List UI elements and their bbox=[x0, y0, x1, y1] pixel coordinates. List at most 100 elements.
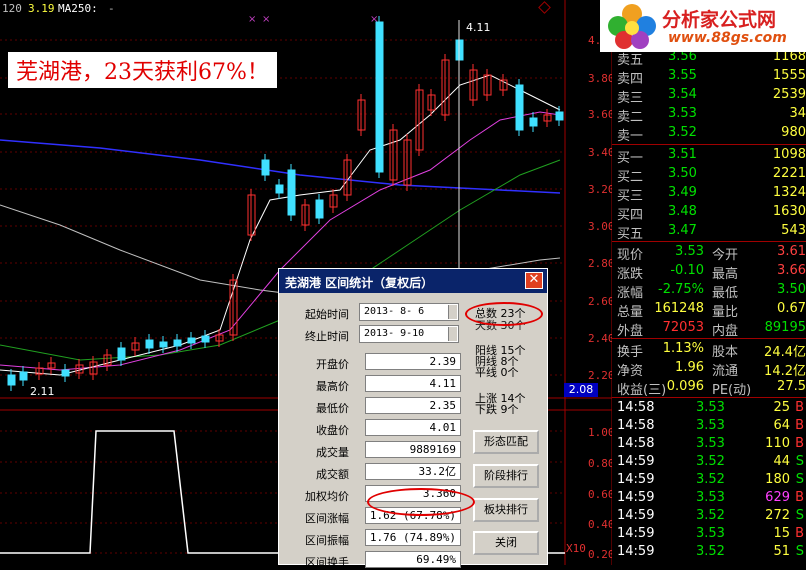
stat-label: 区间振幅 bbox=[305, 534, 349, 547]
interval-stats-dialog: 芜湖港 区间统计（复权后） ✕ 起始时间 2013- 8- 6 终止时间 201… bbox=[278, 268, 548, 569]
tick-row: 14:58 3.53 25 B bbox=[612, 399, 806, 418]
stat-value: 4.11 bbox=[365, 375, 461, 392]
quote-value: 3.61 bbox=[777, 244, 806, 259]
panel-divider bbox=[612, 144, 806, 145]
tick-side: S bbox=[795, 544, 804, 559]
sector-rank-button[interactable]: 板块排行 bbox=[473, 498, 539, 522]
price-axis-tick: 2.80 bbox=[588, 257, 615, 270]
candle bbox=[515, 84, 524, 131]
indicator-axis-tick: 1.00 bbox=[588, 426, 615, 439]
quote-label: PE(动) bbox=[712, 383, 752, 398]
tick-time: 14:59 bbox=[617, 508, 655, 523]
quote-value: 0.096 bbox=[666, 379, 704, 394]
quote-label: 现价 bbox=[617, 248, 644, 263]
price-axis-tick: 2.40 bbox=[588, 332, 615, 345]
stat-label: 成交量 bbox=[316, 446, 349, 459]
tick-price: 3.52 bbox=[696, 454, 725, 469]
tick-price: 3.53 bbox=[696, 418, 725, 433]
high-price-label: 4.11 bbox=[466, 21, 491, 34]
stage-rank-button[interactable]: 阶段排行 bbox=[473, 464, 539, 488]
tick-price: 3.52 bbox=[696, 472, 725, 487]
candle bbox=[287, 169, 296, 216]
quote-label: 最低 bbox=[712, 286, 739, 301]
tick-side: B bbox=[795, 418, 804, 433]
candle bbox=[201, 335, 210, 343]
bid-volume: 1324 bbox=[772, 185, 806, 200]
indicator-axis-tick: 0.80 bbox=[588, 457, 615, 470]
marker-x-icon: × bbox=[248, 14, 256, 25]
ask-price: 3.55 bbox=[668, 68, 697, 83]
quote-label: 涨跌 bbox=[617, 267, 644, 282]
tick-price: 3.52 bbox=[696, 508, 725, 523]
bid-row: 买三 3.49 1324 bbox=[612, 184, 806, 204]
quote-label: 总量 bbox=[617, 305, 644, 320]
tick-side: B bbox=[795, 400, 804, 415]
start-time-field[interactable]: 2013- 8- 6 bbox=[359, 303, 459, 321]
spinner-icon[interactable] bbox=[448, 327, 457, 341]
pattern-match-button[interactable]: 形态匹配 bbox=[473, 430, 539, 454]
ask-price: 3.54 bbox=[668, 87, 697, 102]
tick-row: 14:58 3.53 110 B bbox=[612, 435, 806, 454]
bid-label: 买二 bbox=[617, 170, 644, 185]
price-axis-tick: 3.80 bbox=[588, 72, 615, 85]
tick-side: S bbox=[795, 454, 804, 469]
candle bbox=[159, 341, 168, 348]
stat-label: 开盘价 bbox=[316, 358, 349, 371]
tick-time: 14:58 bbox=[617, 418, 655, 433]
ma-label: MA250: bbox=[58, 2, 98, 15]
candle bbox=[145, 339, 154, 349]
close-icon[interactable]: ✕ bbox=[525, 272, 543, 289]
bid-price: 3.49 bbox=[668, 185, 697, 200]
stat-label: 加权均价 bbox=[305, 490, 349, 503]
tick-time: 14:59 bbox=[617, 472, 655, 487]
tick-row: 14:59 3.52 51 S bbox=[612, 543, 806, 562]
marker-x-icon: × bbox=[370, 14, 378, 25]
tick-price: 3.52 bbox=[696, 544, 725, 559]
header-code: 120 bbox=[2, 2, 22, 15]
panel-divider bbox=[612, 397, 806, 398]
end-time-field[interactable]: 2013- 9-10 bbox=[359, 325, 459, 343]
quote-label: 量比 bbox=[712, 305, 739, 320]
candle bbox=[375, 21, 384, 173]
quote-row: 换手 1.13% 股本 24.4亿 bbox=[612, 340, 806, 360]
quote-value: 3.50 bbox=[777, 282, 806, 297]
price-axis-tick: 3.60 bbox=[588, 108, 615, 121]
panel-divider bbox=[612, 338, 806, 339]
logo-url: www.88gs.com bbox=[668, 30, 787, 46]
quote-row: 涨幅 -2.75% 最低 3.50 bbox=[612, 281, 806, 301]
low-price-label: 2.11 bbox=[30, 385, 55, 398]
tick-volume: 180 bbox=[765, 472, 790, 487]
tick-volume: 25 bbox=[773, 400, 790, 415]
quote-label: 换手 bbox=[617, 345, 644, 360]
close-button[interactable]: 关闭 bbox=[473, 531, 539, 555]
indicator-axis-tick: 0.60 bbox=[588, 488, 615, 501]
quote-row: 收益(三) 0.096 PE(动) 27.5 bbox=[612, 378, 806, 398]
stat-value: 9889169 bbox=[365, 441, 461, 458]
tick-row: 14:59 3.53 15 B bbox=[612, 525, 806, 544]
candle bbox=[19, 371, 28, 381]
quote-value: 1.96 bbox=[675, 360, 704, 375]
candle bbox=[117, 347, 126, 361]
sub-axis-unit: X10 bbox=[566, 542, 586, 555]
quote-label: 涨幅 bbox=[617, 286, 644, 301]
stat-value: 33.2亿 bbox=[365, 463, 461, 480]
panel-divider bbox=[612, 241, 806, 242]
spinner-icon[interactable] bbox=[448, 305, 457, 319]
ask-price: 3.52 bbox=[668, 125, 697, 140]
quote-value: 3.66 bbox=[777, 263, 806, 278]
tick-price: 3.53 bbox=[696, 400, 725, 415]
price-axis-tick: 3.00 bbox=[588, 220, 615, 233]
ask-volume: 2539 bbox=[772, 87, 806, 102]
dialog-titlebar[interactable]: 芜湖港 区间统计（复权后） ✕ bbox=[279, 269, 547, 293]
bid-row: 买四 3.48 1630 bbox=[612, 203, 806, 223]
site-logo: 分析家公式网 www.88gs.com bbox=[600, 0, 806, 52]
quote-label: 净资 bbox=[617, 364, 644, 379]
stat-label: 收盘价 bbox=[316, 424, 349, 437]
tick-price: 3.53 bbox=[696, 436, 725, 451]
quote-row: 现价 3.53 今开 3.61 bbox=[612, 243, 806, 263]
quote-label: 今开 bbox=[712, 248, 739, 263]
tick-side: S bbox=[795, 508, 804, 523]
candle bbox=[7, 374, 16, 386]
stat-label: 区间涨幅 bbox=[305, 512, 349, 525]
end-time-label: 终止时间 bbox=[305, 330, 349, 343]
